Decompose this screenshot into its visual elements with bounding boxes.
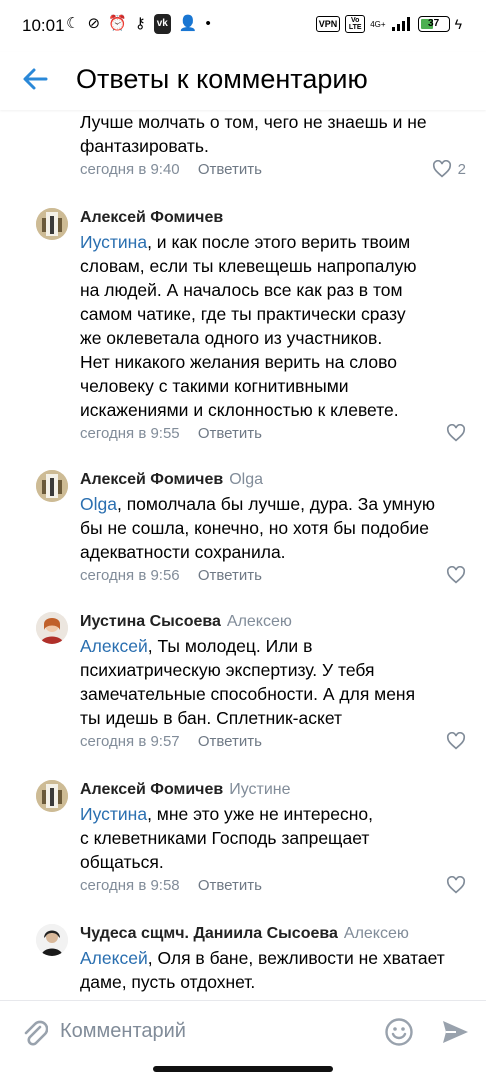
app-header: Ответы к комментарию <box>0 52 486 110</box>
network-label: 4G+ <box>370 19 386 29</box>
mention-link[interactable]: Алексей <box>80 636 148 656</box>
comment-text: Иустина, и как после этого верить твоим … <box>80 232 417 420</box>
reply-button[interactable]: Ответить <box>198 567 262 584</box>
back-arrow-icon[interactable] <box>20 64 50 94</box>
comment-time: сегодня в 9:55 <box>80 425 180 442</box>
notification-icons: ☾ ⊘ ⏰ ⚷ vk 👤 • <box>66 14 211 34</box>
reply-button[interactable]: Ответить <box>198 733 262 750</box>
comment-header: Алексей Фомичев Иустине <box>80 780 291 800</box>
comment-header: Иустина Сысоева Алексею <box>80 612 292 632</box>
vk-icon: vk <box>153 14 171 34</box>
comment-meta: сегодня в 9:40 Ответить <box>80 160 262 180</box>
author-name[interactable]: Алексей Фомичев <box>80 471 223 488</box>
like-count: 2 <box>457 160 466 178</box>
dot-icon: • <box>205 15 211 32</box>
like-button[interactable] <box>446 424 466 442</box>
like-button[interactable]: 2 <box>432 160 466 178</box>
comment-meta: сегодня в 9:55 Ответить <box>80 424 262 444</box>
comment-header: Алексей Фомичев <box>80 208 223 228</box>
home-gesture-bar[interactable] <box>153 1066 333 1072</box>
emoji-icon[interactable] <box>384 1017 414 1047</box>
paperclip-icon[interactable] <box>20 1017 48 1047</box>
status-right: VPN Vo LTE 4G+ 37 ϟ <box>315 15 462 33</box>
comments-list: Лучше молчать о том, чего не знаешь и не… <box>0 110 486 1000</box>
status-bar: 10:01 ☾ ⊘ ⏰ ⚷ vk 👤 • VPN Vo LTE 4G+ 37 ϟ <box>0 0 486 52</box>
reply-button[interactable]: Ответить <box>198 161 262 178</box>
add-friend-icon: 👤 <box>178 15 198 32</box>
like-button[interactable] <box>446 566 466 584</box>
comment-time: сегодня в 9:57 <box>80 733 180 750</box>
comment-text: Olga, помолчала бы лучше, дура. За умную… <box>80 494 436 562</box>
avatar[interactable] <box>36 924 68 956</box>
avatar[interactable] <box>36 612 68 644</box>
comment-text: Алексей, Ты молодец. Или в психиатрическ… <box>80 636 416 728</box>
comment-text: Алексей, Оля в бане, вежливости не хвата… <box>80 948 445 992</box>
comment-time: сегодня в 9:40 <box>80 161 180 178</box>
heart-icon <box>446 876 466 894</box>
mention-link[interactable]: Olga <box>80 494 117 514</box>
reply-button[interactable]: Ответить <box>198 425 262 442</box>
alarm-icon: ⏰ <box>108 15 127 32</box>
like-button[interactable] <box>446 876 466 894</box>
status-time: 10:01 <box>22 16 65 35</box>
comment-meta: сегодня в 9:58 Ответить <box>80 876 262 896</box>
vpn-badge: VPN <box>315 16 341 32</box>
comment-input[interactable] <box>60 1011 370 1051</box>
comment-meta: сегодня в 9:56 Ответить <box>80 566 262 586</box>
author-name[interactable]: Иустина Сысоева <box>80 613 221 630</box>
avatar[interactable] <box>36 470 68 502</box>
mention-link[interactable]: Алексей <box>80 948 148 968</box>
heart-icon <box>446 566 466 584</box>
comment-text: Иустина, мне это уже не интересно, с кле… <box>80 804 374 872</box>
system-nav-bar <box>0 1062 486 1080</box>
author-name[interactable]: Алексей Фомичев <box>80 781 223 798</box>
page-title: Ответы к комментарию <box>76 64 368 94</box>
mention-link[interactable]: Иустина <box>80 232 147 252</box>
comment-composer <box>0 1000 486 1062</box>
reply-to-label[interactable]: Алексею <box>227 613 292 630</box>
reply-to-label[interactable]: Olga <box>229 471 263 488</box>
battery-icon: 37 <box>417 16 450 32</box>
reply-to-label[interactable]: Иустине <box>229 781 290 798</box>
battery-level: 37 <box>428 18 440 29</box>
avatar[interactable] <box>36 780 68 812</box>
charging-icon: ϟ <box>454 16 462 32</box>
comment-meta: сегодня в 9:57 Ответить <box>80 732 262 752</box>
reply-button[interactable]: Ответить <box>198 877 262 894</box>
comment-header: Чудеса сщмч. Даниила Сысоева Алексею <box>80 924 409 944</box>
like-button[interactable] <box>446 732 466 750</box>
moon-icon: ☾ <box>66 15 80 32</box>
comment-time: сегодня в 9:56 <box>80 567 180 584</box>
author-name[interactable]: Чудеса сщмч. Даниила Сысоева <box>80 925 338 942</box>
send-icon[interactable] <box>440 1017 470 1047</box>
signal-icon <box>391 17 410 31</box>
avatar[interactable] <box>36 208 68 240</box>
heart-icon <box>446 424 466 442</box>
volte-badge: Vo LTE <box>345 15 366 33</box>
heart-icon <box>432 160 451 178</box>
mention-link[interactable]: Иустина <box>80 804 147 824</box>
author-name[interactable]: Алексей Фомичев <box>80 209 223 226</box>
comment-text: Лучше молчать о том, чего не знаешь и не… <box>80 112 427 156</box>
comment-header: Алексей Фомичев Olga <box>80 470 263 490</box>
mute-icon: ⊘ <box>87 15 101 32</box>
comment-time: сегодня в 9:58 <box>80 877 180 894</box>
heart-icon <box>446 732 466 750</box>
reply-to-label[interactable]: Алексею <box>344 925 409 942</box>
key-icon: ⚷ <box>134 15 146 32</box>
